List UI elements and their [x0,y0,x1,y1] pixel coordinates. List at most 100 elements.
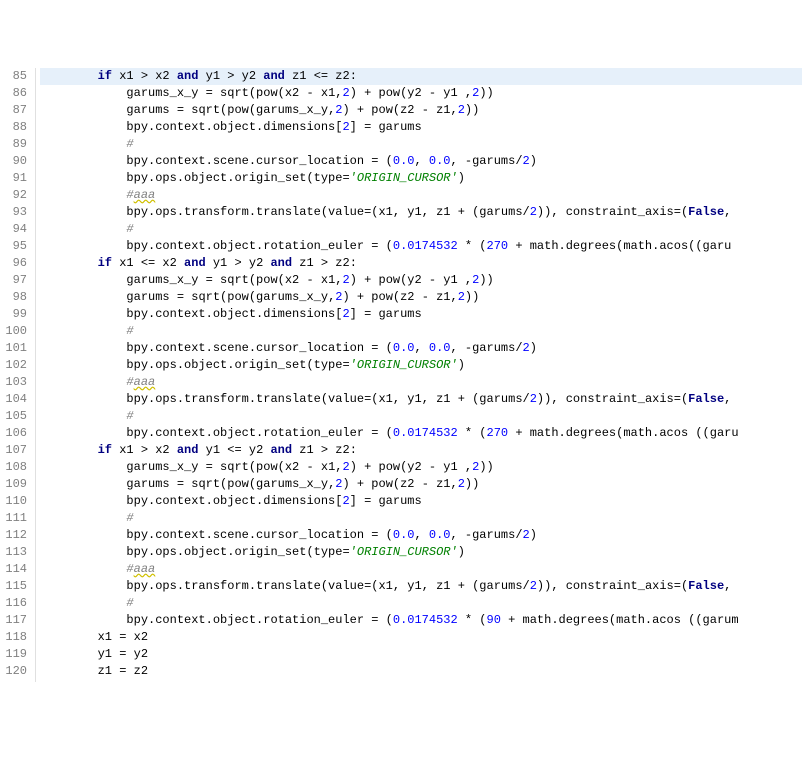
token-num: 2 [342,86,349,100]
code-line[interactable]: garums_x_y = sqrt(pow(x2 - x1,2) + pow(y… [40,85,802,102]
code-line[interactable]: #aaa [40,561,802,578]
code-line[interactable]: # [40,221,802,238]
code-line[interactable]: bpy.ops.transform.translate(value=(x1, y… [40,391,802,408]
token-id: ] [350,120,364,134]
token-cmw: aaa [134,562,156,576]
token-op: + [357,477,364,491]
token-op: = [371,613,378,627]
code-line[interactable]: garums = sqrt(pow(garums_x_y,2) + pow(z2… [40,289,802,306]
token-id: sqrt(pow(garums_x_y [184,103,328,117]
code-line[interactable]: # [40,595,802,612]
token-op: - [422,103,429,117]
token-op: , [414,154,421,168]
token-op: - [422,290,429,304]
token-id: y1 [98,647,120,661]
token-id: z1 [429,205,458,219]
token-op: , [422,579,429,593]
token-op: * [465,239,472,253]
token-id: y1 [198,69,227,83]
token-op: + [357,103,364,117]
token-id: ( [472,613,486,627]
code-line[interactable]: y1 = y2 [40,646,802,663]
code-line[interactable]: # [40,323,802,340]
code-line[interactable]: bpy.ops.object.origin_set(type='ORIGIN_C… [40,544,802,561]
code-line[interactable]: bpy.context.scene.cursor_location = (0.0… [40,340,802,357]
code-line[interactable]: bpy.ops.transform.translate(value=(x1, y… [40,204,802,221]
token-id: garums [371,494,421,508]
code-line[interactable]: # [40,510,802,527]
token-id: garums [126,103,176,117]
code-line[interactable]: z1 = z2 [40,663,802,680]
code-line[interactable]: bpy.context.scene.cursor_location = (0.0… [40,527,802,544]
token-kw: if [98,443,112,457]
code-line[interactable]: garums = sqrt(pow(garums_x_y,2) + pow(z2… [40,476,802,493]
code-line[interactable]: garums_x_y = sqrt(pow(x2 - x1,2) + pow(y… [40,272,802,289]
code-line[interactable]: bpy.ops.object.origin_set(type='ORIGIN_C… [40,170,802,187]
token-id: pow(z2 [364,103,422,117]
token-id: x2 [126,630,148,644]
token-id: y2 [242,256,271,270]
code-line[interactable]: bpy.context.object.dimensions[2] = garum… [40,306,802,323]
code-line[interactable]: bpy.context.object.rotation_euler = (0.0… [40,425,802,442]
token-op: , [724,392,731,406]
token-op: + [515,239,522,253]
token-op: = [119,664,126,678]
token-id: pow(y2 [371,273,429,287]
token-cm: # [126,137,133,151]
code-line[interactable]: x1 = x2 [40,629,802,646]
code-line[interactable]: # [40,408,802,425]
token-id: ] [350,307,364,321]
token-id: x1 [314,460,336,474]
token-op: + [515,426,522,440]
token-num: 2 [523,341,530,355]
code-line[interactable]: garums = sqrt(pow(garums_x_y,2) + pow(z2… [40,102,802,119]
token-num: 2 [530,392,537,406]
token-num: 2 [342,307,349,321]
token-id: bpy.ops.transform.translate(value [126,579,364,593]
token-id: garums [126,477,176,491]
token-num: 2 [342,460,349,474]
token-cm: # [126,324,133,338]
code-area[interactable]: if x1 > x2 and y1 > y2 and z1 <= z2: gar… [36,68,802,682]
token-op: / [523,392,530,406]
line-number: 94 [4,221,27,238]
token-cm: # [126,562,133,576]
code-line[interactable]: bpy.context.scene.cursor_location = (0.0… [40,153,802,170]
code-line[interactable]: bpy.context.object.rotation_euler = (0.0… [40,238,802,255]
code-line[interactable]: bpy.context.object.dimensions[2] = garum… [40,119,802,136]
token-id: garums [371,120,421,134]
token-kw: False [688,205,724,219]
token-cm: # [126,596,133,610]
code-editor[interactable]: 8586878889909192939495969798991001011021… [0,68,802,682]
code-line[interactable]: garums_x_y = sqrt(pow(x2 - x1,2) + pow(y… [40,459,802,476]
code-line[interactable]: #aaa [40,374,802,391]
code-line[interactable]: # [40,136,802,153]
token-id: ( [472,426,486,440]
code-line[interactable]: bpy.ops.object.origin_set(type='ORIGIN_C… [40,357,802,374]
token-id: z1 [292,443,321,457]
token-op: + [508,613,515,627]
code-line[interactable]: if x1 > x2 and y1 <= y2 and z1 > z2: [40,442,802,459]
token-id: pow(y2 [371,86,429,100]
code-line[interactable]: bpy.context.object.rotation_euler = (0.0… [40,612,802,629]
token-id: z1 [429,103,451,117]
token-id: x1 [112,256,141,270]
code-line[interactable]: bpy.ops.transform.translate(value=(x1, y… [40,578,802,595]
token-op: , [451,477,458,491]
token-id: ) [350,460,364,474]
token-id: x2 [148,443,177,457]
code-line[interactable]: bpy.context.object.dimensions[2] = garum… [40,493,802,510]
token-id: )) [537,579,551,593]
token-op: + [458,205,465,219]
token-id: sqrt(pow(x2 [213,273,307,287]
line-number: 90 [4,153,27,170]
token-id: ) [350,86,364,100]
code-line[interactable]: if x1 > x2 and y1 > y2 and z1 <= z2: [40,68,802,85]
token-id: sqrt(pow(garums_x_y [184,477,328,491]
line-number: 92 [4,187,27,204]
code-line[interactable]: #aaa [40,187,802,204]
token-id: ) [342,477,356,491]
code-line[interactable]: if x1 <= x2 and y1 > y2 and z1 > z2: [40,255,802,272]
token-id: ) [342,290,356,304]
token-id: )) [537,392,551,406]
